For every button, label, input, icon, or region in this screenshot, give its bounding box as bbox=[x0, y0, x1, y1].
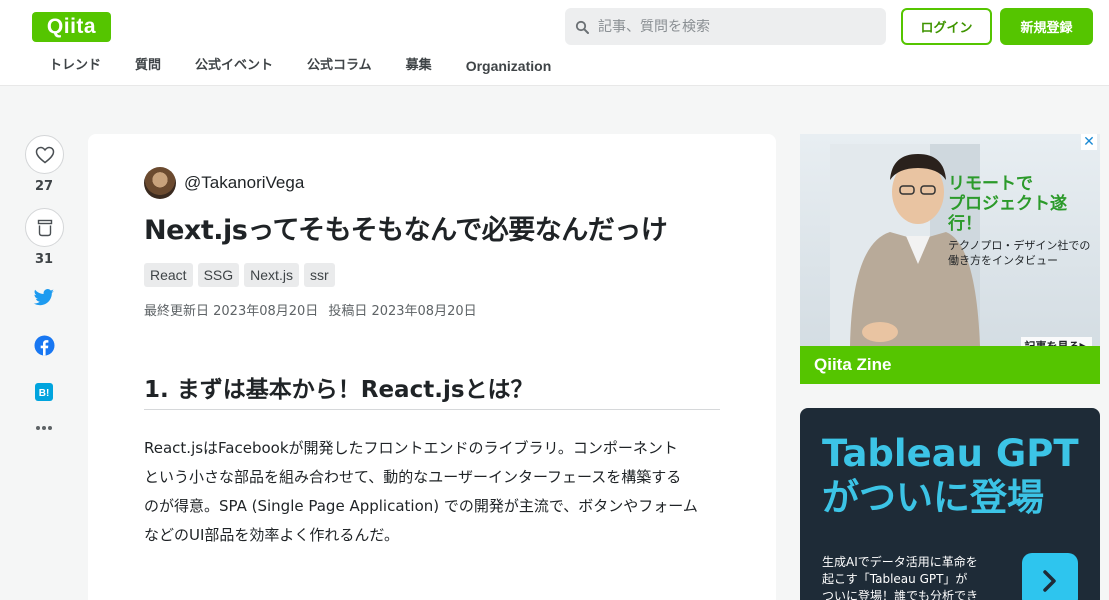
tag-react[interactable]: React bbox=[144, 263, 193, 287]
ad-close-icon[interactable]: ✕ bbox=[1081, 134, 1097, 150]
twitter-icon bbox=[33, 289, 54, 306]
ad-headline: Tableau GPT がついに登場 bbox=[822, 432, 1079, 519]
body-line: という小さな部品を組み合わせて、動的なユーザーインターフェースを構築する bbox=[144, 468, 682, 486]
search-icon bbox=[575, 20, 589, 34]
like-count: 27 bbox=[34, 179, 54, 194]
ad-headline: リモートで プロジェクト遂行！ bbox=[948, 174, 1067, 234]
article-card: @TakanoriVega Next.jsってそもそもなんで必要なんだっけ Re… bbox=[88, 134, 776, 600]
qiita-zine-ad[interactable]: リモートでプロジェクト遂行！ テクノプロ・デザイン社での働き方をインタビュー 記… bbox=[800, 134, 1100, 384]
tag-nextjs[interactable]: Next.js bbox=[244, 263, 299, 287]
main-nav: トレンド 質問 公式イベント 公式コラム 募集 Organization bbox=[32, 56, 568, 76]
more-horizontal-icon bbox=[36, 426, 52, 430]
nav-official-columns[interactable]: 公式コラム bbox=[290, 56, 389, 76]
search-box[interactable] bbox=[565, 8, 886, 45]
tag-ssr[interactable]: ssr bbox=[303, 263, 335, 287]
hatena-bookmark-icon: B! bbox=[35, 383, 53, 401]
chevron-right-icon bbox=[1043, 570, 1056, 592]
body-line: のが得意。SPA (Single Page Application) での開発が… bbox=[144, 497, 698, 515]
section-heading: 1. まずは基本から！React.jsとは？ bbox=[144, 370, 720, 410]
article-dates: 最終更新日 2023年08月20日 投稿日 2023年08月20日 bbox=[144, 300, 477, 319]
nav-official-events[interactable]: 公式イベント bbox=[178, 56, 290, 76]
site-header: Qiita ログイン 新規登録 トレンド 質問 公式イベント 公式コラム 募集 … bbox=[0, 0, 1109, 86]
svg-text:B!: B! bbox=[39, 388, 50, 399]
updated-date: 最終更新日 2023年08月20日 bbox=[144, 304, 319, 319]
nav-questions[interactable]: 質問 bbox=[118, 56, 178, 76]
article-title: Next.jsってそもそもなんで必要なんだっけ bbox=[144, 215, 668, 246]
avatar[interactable] bbox=[144, 167, 176, 199]
posted-date: 投稿日 2023年08月20日 bbox=[328, 304, 477, 319]
nav-organization[interactable]: Organization bbox=[449, 56, 569, 76]
facebook-icon bbox=[34, 335, 54, 356]
nav-recruitment[interactable]: 募集 bbox=[389, 56, 449, 76]
ad-subtext: テクノプロ・デザイン社での 働き方をインタビュー bbox=[948, 239, 1091, 267]
signup-button[interactable]: 新規登録 bbox=[1000, 8, 1093, 45]
like-button[interactable] bbox=[25, 135, 64, 174]
tag-ssg[interactable]: SSG bbox=[197, 263, 240, 287]
share-twitter[interactable] bbox=[24, 289, 64, 307]
nav-trend[interactable]: トレンド bbox=[32, 56, 118, 76]
tableau-gpt-ad[interactable]: Tableau GPT がついに登場 生成AIでデータ活用に革命を 起こす「Tabl… bbox=[800, 408, 1100, 600]
stock-count: 31 bbox=[34, 252, 54, 267]
login-button[interactable]: ログイン bbox=[901, 8, 992, 45]
ad-subtext: 生成AIでデータ活用に革命を 起こす「Tableau GPT」が ついに登場！誰でも… bbox=[822, 555, 979, 600]
stock-button[interactable] bbox=[25, 208, 64, 247]
ad-copy: リモートで プロジェクト遂行！ テクノプロ・デザイン社での 働き方をインタビュー bbox=[948, 174, 1096, 268]
author-name[interactable]: @TakanoriVega bbox=[184, 173, 304, 193]
share-facebook[interactable] bbox=[24, 335, 64, 356]
stock-icon bbox=[37, 219, 52, 236]
ad-arrow-button[interactable] bbox=[1022, 553, 1078, 600]
article-body: React.jsはFacebookが開発したフロントエンドのライブラリ。コンポー… bbox=[144, 434, 720, 550]
article-actions: 27 31 B! bbox=[24, 135, 64, 431]
author-info[interactable]: @TakanoriVega bbox=[144, 167, 304, 199]
tag-list: React SSG Next.js ssr bbox=[144, 263, 340, 287]
search-input[interactable] bbox=[598, 18, 868, 35]
share-hatena[interactable]: B! bbox=[24, 383, 64, 401]
more-options[interactable] bbox=[24, 425, 64, 431]
heart-icon bbox=[35, 146, 54, 163]
body-line: などのUI部品を効率よく作れるんだ。 bbox=[144, 526, 399, 544]
qiita-zine-brand: Qiita Zine bbox=[800, 346, 1100, 384]
qiita-logo[interactable]: Qiita bbox=[32, 12, 111, 42]
body-line: React.jsはFacebookが開発したフロントエンドのライブラリ。コンポー… bbox=[144, 439, 678, 457]
